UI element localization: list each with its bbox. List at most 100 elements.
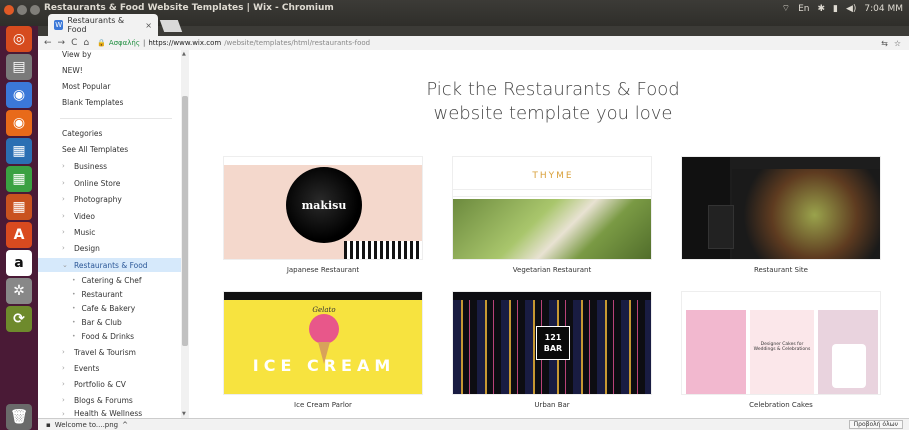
firefox-icon[interactable]: ◉ (6, 110, 32, 136)
thumb-panel-left (686, 310, 746, 394)
back-icon[interactable]: ← (44, 38, 52, 48)
sidebar-item-health[interactable]: › Health & Wellness (38, 409, 181, 418)
sidebar-new[interactable]: NEW! (62, 66, 83, 75)
sidebar-sub-label: Restaurant (81, 290, 123, 299)
sidebar-sub-restaurant[interactable]: • Restaurant (72, 290, 123, 299)
template-name[interactable]: Ice Cream Parlor (223, 401, 423, 409)
files-icon[interactable]: ▤ (6, 54, 32, 80)
template-thumbnail[interactable] (681, 156, 881, 260)
template-name[interactable]: Celebration Cakes (681, 401, 881, 409)
translate-icon[interactable]: ⇆ (881, 39, 888, 48)
url-separator: | (142, 39, 146, 47)
updater-icon[interactable]: ⟳ (6, 306, 32, 332)
sidebar-sub-label: Food & Drinks (81, 332, 135, 341)
battery-icon[interactable]: ▮ (833, 4, 838, 14)
scroll-thumb[interactable] (182, 96, 188, 346)
secure-label: Ασφαλής (108, 39, 140, 47)
sidebar-item-design[interactable]: › Design (38, 241, 181, 255)
close-window-button[interactable] (4, 5, 14, 15)
show-all-downloads-button[interactable]: Προβολή όλων (848, 420, 903, 429)
trash-icon[interactable]: 🗑 (6, 404, 32, 430)
sidebar-item-music[interactable]: › Music (38, 225, 181, 239)
sidebar-item-restaurants-food[interactable]: ⌄ Restaurants & Food (38, 258, 181, 272)
amazon-icon[interactable]: a (6, 250, 32, 276)
thumb-photo (732, 169, 880, 259)
software-center-icon[interactable]: A (6, 222, 32, 248)
chevron-right-icon: › (62, 364, 65, 372)
sidebar-item-label: Online Store (74, 178, 121, 188)
chevron-right-icon: › (62, 195, 65, 203)
download-item[interactable]: ▪ Welcome to....png ^ (38, 421, 128, 429)
sidebar-item-portfolio[interactable]: › Portfolio & CV (38, 377, 181, 391)
thumb-stripe (344, 241, 422, 259)
address-bar[interactable]: 🔒 Ασφαλής | https://www.wix.com/website/… (97, 39, 370, 47)
sidebar-item-video[interactable]: › Video (38, 209, 181, 223)
home-icon[interactable]: ⌂ (83, 38, 89, 48)
template-thumbnail[interactable]: Designer Cakes for Weddings & Celebratio… (681, 291, 881, 395)
ubuntu-dash-icon[interactable]: ◎ (6, 26, 32, 52)
nav-buttons: ← → C ⌂ (38, 38, 89, 48)
sidebar-item-blogs[interactable]: › Blogs & Forums (38, 393, 181, 407)
sidebar-scrollbar[interactable]: ▲ ▼ (181, 50, 189, 418)
keyboard-language[interactable]: En (798, 4, 809, 14)
sidebar-blank-templates[interactable]: Blank Templates (62, 98, 123, 107)
thumb-header (224, 157, 422, 165)
sidebar-sub-cafe[interactable]: • Cafe & Bakery (72, 304, 135, 313)
thumb-logo: makisu (301, 199, 347, 212)
template-name[interactable]: Japanese Restaurant (223, 266, 423, 274)
tab-strip: W Restaurants & Food × (38, 14, 909, 36)
cake-icon (832, 344, 866, 388)
sidebar-sub-catering[interactable]: • Catering & Chef (72, 276, 141, 285)
page: View by NEW! Most Popular Blank Template… (38, 50, 909, 418)
download-filename: Welcome to....png (54, 420, 119, 429)
tab-restaurants[interactable]: W Restaurants & Food × (48, 14, 158, 36)
sidebar-item-business[interactable]: › Business (38, 159, 181, 173)
reload-icon[interactable]: C (71, 38, 77, 48)
ice-cream-scoop (309, 314, 339, 344)
template-thumbnail[interactable]: THYME (452, 156, 652, 260)
sidebar-sub-food-drinks[interactable]: • Food & Drinks (72, 332, 134, 341)
thumb-panel-middle (750, 310, 814, 394)
template-thumbnail[interactable]: 121 BAR (452, 291, 652, 395)
template-name[interactable]: Vegetarian Restaurant (452, 266, 652, 274)
chevron-right-icon: › (62, 380, 65, 388)
template-thumbnail[interactable]: Gelato ICE CREAM (223, 291, 423, 395)
sidebar-item-label: Business (74, 161, 108, 171)
chromium-icon[interactable]: ◉ (6, 82, 32, 108)
template-name[interactable]: Restaurant Site (681, 266, 881, 274)
scroll-up-icon[interactable]: ▲ (182, 51, 186, 57)
minimize-window-button[interactable] (17, 5, 27, 15)
sidebar-most-popular[interactable]: Most Popular (62, 82, 110, 91)
forward-icon[interactable]: → (58, 38, 66, 48)
template-thumbnail[interactable]: makisu (223, 156, 423, 260)
sidebar-item-events[interactable]: › Events (38, 361, 181, 375)
new-tab-button[interactable] (159, 20, 183, 32)
chevron-up-icon[interactable]: ^ (122, 421, 128, 429)
url-path: /website/templates/html/restaurants-food (224, 39, 371, 47)
tab-close-icon[interactable]: × (145, 21, 152, 30)
url-host: https://www.wix.com (148, 39, 222, 47)
scroll-down-icon[interactable]: ▼ (182, 411, 186, 417)
volume-icon[interactable]: ◀) (846, 4, 856, 14)
chevron-right-icon: › (62, 228, 65, 236)
calc-icon[interactable]: ▦ (6, 166, 32, 192)
template-name[interactable]: Urban Bar (452, 401, 652, 409)
wifi-icon[interactable]: ⌔ (782, 3, 790, 14)
impress-icon[interactable]: ▦ (6, 194, 32, 220)
settings-icon[interactable]: ✲ (6, 278, 32, 304)
thumb-header (224, 292, 422, 300)
bullet-icon: • (72, 305, 76, 312)
clock[interactable]: 7:04 ΜΜ (864, 4, 903, 14)
writer-icon[interactable]: ▦ (6, 138, 32, 164)
sidebar-item-travel[interactable]: › Travel & Tourism (38, 345, 181, 359)
sidebar-item-online-store[interactable]: › Online Store (38, 176, 181, 190)
sidebar-sub-label: Bar & Club (81, 318, 122, 327)
bluetooth-icon[interactable]: ✱ (817, 4, 825, 14)
bookmark-star-icon[interactable]: ☆ (894, 39, 901, 48)
thumb-banner: ICE CREAM (252, 356, 396, 375)
sidebar-sub-bar[interactable]: • Bar & Club (72, 318, 122, 327)
page-title-line2: website template you love (433, 103, 673, 124)
sidebar-view-by[interactable]: View by (62, 50, 91, 59)
sidebar-see-all[interactable]: See All Templates (62, 145, 128, 154)
sidebar-item-photography[interactable]: › Photography (38, 192, 181, 206)
